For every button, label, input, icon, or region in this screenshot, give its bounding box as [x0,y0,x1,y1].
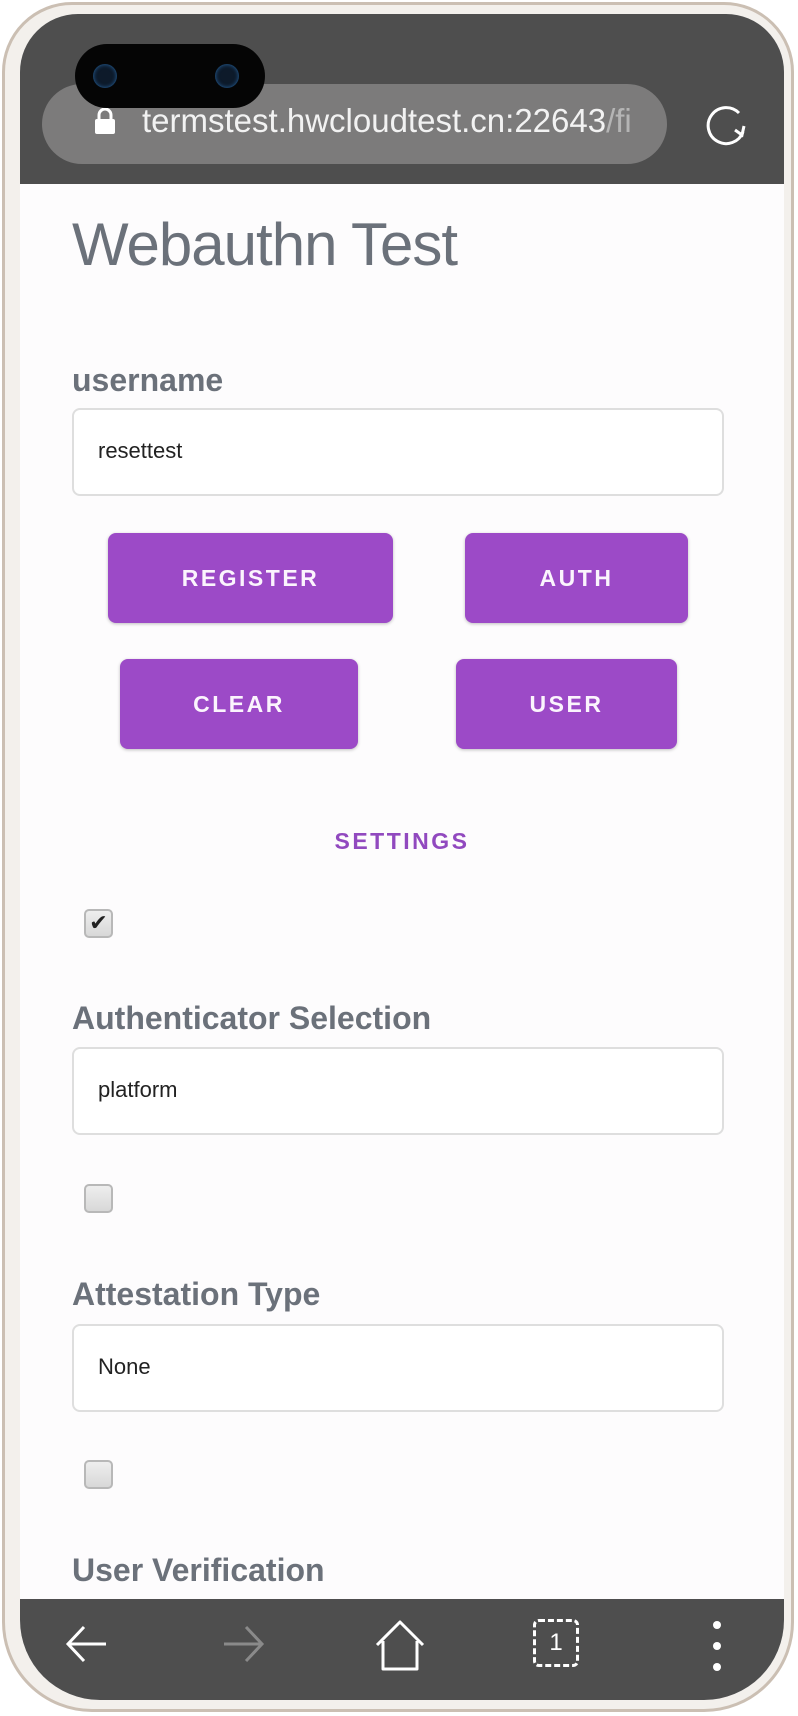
browser-top-bar: termstest.hwcloudtest.cn:22643/fi [20,14,784,184]
clear-button[interactable]: CLEAR [120,659,358,749]
more-vertical-icon[interactable] [710,1619,724,1673]
attestation-type-checkbox[interactable] [84,1184,113,1213]
browser-bottom-bar: 1 [20,1599,784,1700]
back-arrow-icon[interactable] [62,1619,112,1669]
authenticator-selection-label: Authenticator Selection [72,1000,432,1036]
page-title: Webauthn Test [72,211,458,278]
auth-button[interactable]: AUTH [465,533,688,623]
register-button[interactable]: REGISTER [108,533,393,623]
camera-lens [215,64,239,88]
url-path: /fi [606,102,632,139]
user-button[interactable]: USER [456,659,677,749]
username-input[interactable]: resettest [72,408,724,496]
settings-toggle[interactable]: SETTINGS [20,828,784,855]
tab-count: 1 [549,1629,563,1656]
camera-lens [93,64,117,88]
authenticator-selection-checkbox[interactable]: ✔ [84,909,113,938]
camera-cutout [75,44,265,108]
tabs-icon[interactable]: 1 [533,1619,579,1667]
lock-icon [95,108,115,134]
authenticator-selection-input[interactable]: platform [72,1047,724,1135]
forward-arrow-icon[interactable] [218,1619,268,1669]
user-verification-label: User Verification [72,1552,325,1588]
reload-icon[interactable] [703,102,751,150]
phone-screen: termstest.hwcloudtest.cn:22643/fi Webaut… [20,14,784,1700]
username-label: username [72,362,224,398]
user-verification-checkbox[interactable] [84,1460,113,1489]
attestation-type-input[interactable]: None [72,1324,724,1412]
attestation-type-label: Attestation Type [72,1276,321,1312]
home-icon[interactable] [373,1619,427,1673]
